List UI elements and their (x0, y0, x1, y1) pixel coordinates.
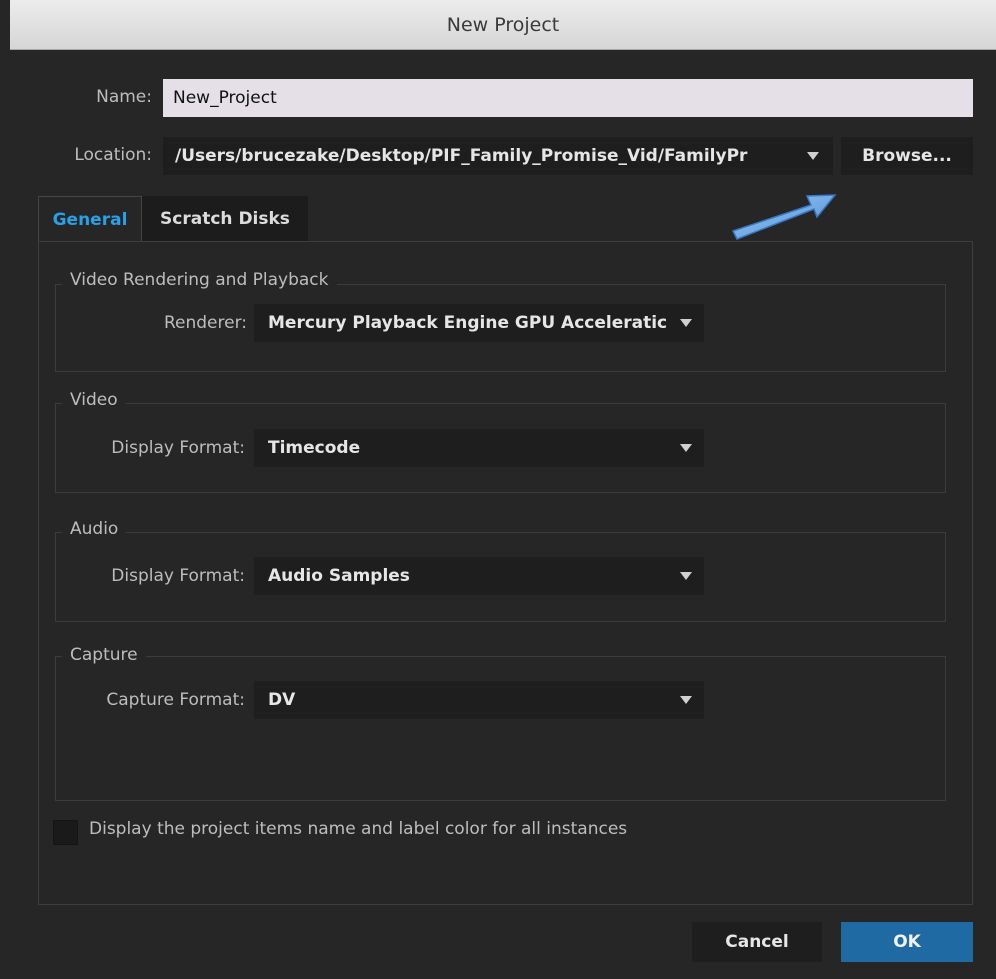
project-name-input[interactable] (163, 79, 973, 117)
browse-button[interactable]: Browse... (841, 137, 973, 175)
tab-scratch-disks[interactable]: Scratch Disks (142, 196, 308, 242)
capture-format-value: DV (268, 690, 296, 710)
location-value: /Users/brucezake/Desktop/PIF_Family_Prom… (175, 146, 748, 166)
name-label: Name: (96, 87, 152, 107)
capture-format-label: Capture Format: (106, 690, 245, 710)
video-display-format-dropdown[interactable]: Timecode (254, 429, 704, 467)
audio-display-format-label: Display Format: (111, 566, 245, 586)
location-dropdown[interactable]: /Users/brucezake/Desktop/PIF_Family_Prom… (163, 137, 833, 175)
audio-display-format-dropdown[interactable]: Audio Samples (254, 557, 704, 595)
audio-display-format-value: Audio Samples (268, 566, 410, 586)
chevron-down-icon (680, 696, 692, 704)
renderer-label: Renderer: (163, 313, 247, 333)
capture-title: Capture (62, 645, 146, 665)
chevron-down-icon (807, 152, 819, 160)
capture-group (55, 656, 946, 801)
chevron-down-icon (680, 444, 692, 452)
label-color-checkbox-label: Display the project items name and label… (89, 819, 628, 839)
window-title: New Project (446, 13, 560, 36)
video-display-format-label: Display Format: (111, 438, 245, 458)
renderer-dropdown[interactable]: Mercury Playback Engine GPU Acceleratic (254, 304, 704, 342)
video-title: Video (62, 390, 126, 410)
ok-button[interactable]: OK (841, 922, 973, 962)
cancel-button[interactable]: Cancel (692, 922, 822, 962)
video-rendering-title: Video Rendering and Playback (62, 270, 337, 290)
label-color-checkbox[interactable] (53, 820, 78, 845)
chevron-down-icon (680, 319, 692, 327)
title-bar: New Project (10, 0, 996, 50)
capture-format-dropdown[interactable]: DV (254, 681, 704, 719)
audio-title: Audio (62, 519, 127, 539)
location-label: Location: (74, 145, 152, 165)
arrow-pointer-icon (731, 194, 837, 240)
tab-general[interactable]: General (38, 196, 142, 242)
chevron-down-icon (680, 572, 692, 580)
video-display-format-value: Timecode (268, 438, 361, 458)
renderer-value: Mercury Playback Engine GPU Acceleratic (268, 313, 668, 333)
